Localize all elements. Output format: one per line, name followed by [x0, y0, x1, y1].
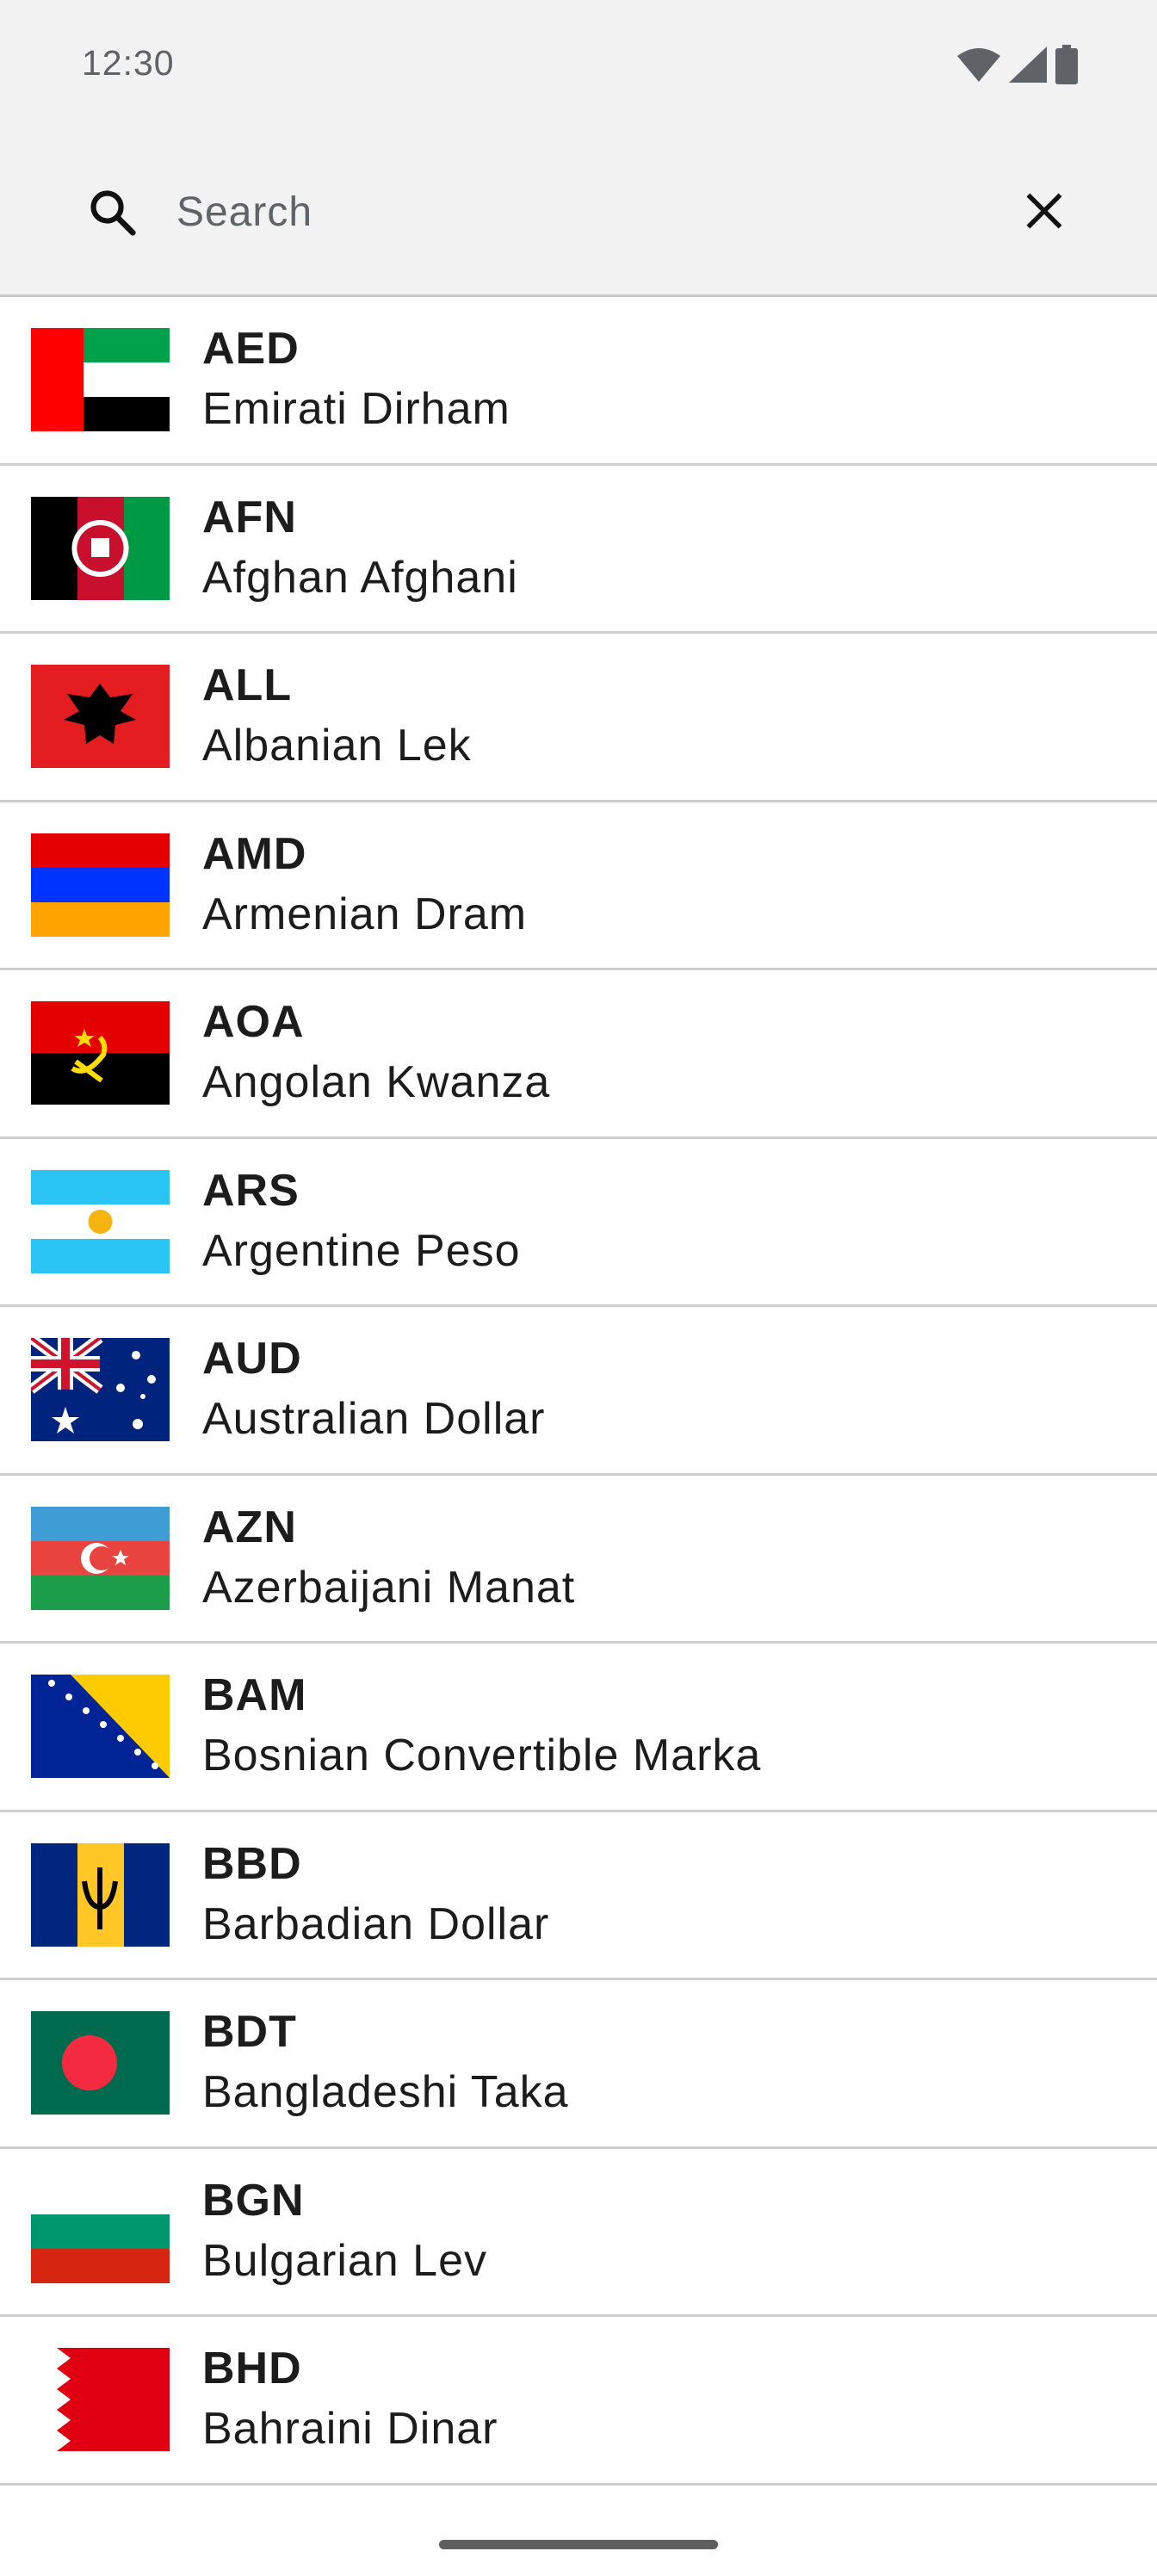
currency-name: Armenian Dram — [202, 889, 528, 939]
cellular-signal-icon — [1009, 46, 1047, 87]
currency-code: BGN — [202, 2175, 305, 2226]
currency-row-azn[interactable]: AZN Azerbaijani Manat — [0, 1476, 1157, 1644]
currency-code: BAM — [202, 1670, 307, 1720]
currency-name: Afghan Afghani — [202, 552, 518, 603]
bulgaria-flag-icon — [31, 2179, 170, 2283]
search-icon — [86, 186, 139, 239]
currency-name: Australian Dollar — [202, 1394, 546, 1444]
currency-row-bbd[interactable]: BBD Barbadian Dollar — [0, 1812, 1157, 1980]
afghanistan-flag-icon — [31, 496, 170, 600]
currency-name: Albanian Lek — [202, 721, 472, 771]
bangladesh-flag-icon — [31, 2011, 170, 2115]
currency-name: Argentine Peso — [202, 1225, 521, 1276]
currency-name: Barbadian Dollar — [202, 1898, 550, 1949]
currency-name: Bahraini Dinar — [202, 2404, 498, 2454]
currency-list: AED Emirati Dirham AFN Afghan Afghani AL… — [0, 297, 1157, 2486]
uae-flag-icon — [31, 328, 170, 431]
home-indicator[interactable] — [439, 2540, 718, 2549]
currency-code: AZN — [202, 1502, 297, 1552]
status-time: 12:30 — [82, 43, 175, 83]
currency-row-bhd[interactable]: BHD Bahraini Dinar — [0, 2317, 1157, 2486]
currency-code: AOA — [202, 997, 305, 1047]
bosnia-flag-icon — [31, 1675, 170, 1778]
currency-row-amd[interactable]: AMD Armenian Dram — [0, 802, 1157, 970]
currency-name: Bosnian Convertible Marka — [202, 1731, 762, 1780]
currency-row-afn[interactable]: AFN Afghan Afghani — [0, 466, 1157, 634]
currency-name: Azerbaijani Manat — [202, 1562, 576, 1613]
armenia-flag-icon — [31, 833, 170, 937]
azerbaijan-flag-icon — [31, 1506, 170, 1610]
top-app-bar: 12:30 — [0, 0, 1157, 297]
currency-name: Angolan Kwanza — [202, 1057, 551, 1107]
currency-row-bgn[interactable]: BGN Bulgarian Lev — [0, 2149, 1157, 2317]
currency-row-aed[interactable]: AED Emirati Dirham — [0, 297, 1157, 466]
close-icon[interactable] — [1016, 183, 1073, 239]
bahrain-flag-icon — [31, 2348, 170, 2451]
currency-row-all[interactable]: ALL Albanian Lek — [0, 634, 1157, 802]
wifi-icon — [957, 47, 1000, 86]
currency-code: ALL — [202, 660, 293, 710]
currency-row-bam[interactable]: BAM Bosnian Convertible Marka — [0, 1644, 1157, 1812]
currency-name: Bangladeshi Taka — [202, 2067, 569, 2117]
currency-code: BDT — [202, 2007, 297, 2057]
argentina-flag-icon — [31, 1169, 170, 1273]
battery-icon — [1055, 45, 1078, 89]
currency-row-bdt[interactable]: BDT Bangladeshi Taka — [0, 1980, 1157, 2149]
currency-code: AMD — [202, 828, 307, 879]
currency-code: AUD — [202, 1334, 302, 1384]
currency-code: ARS — [202, 1165, 300, 1216]
albania-flag-icon — [31, 665, 170, 768]
search-input[interactable] — [176, 184, 951, 239]
search-bar — [0, 169, 1157, 255]
currency-name: Bulgarian Lev — [202, 2235, 487, 2286]
currency-row-ars[interactable]: ARS Argentine Peso — [0, 1139, 1157, 1307]
currency-code: AED — [202, 324, 300, 374]
angola-flag-icon — [31, 1001, 170, 1105]
status-icons — [957, 45, 1078, 89]
australia-flag-icon — [31, 1338, 170, 1441]
currency-name: Emirati Dirham — [202, 384, 510, 434]
currency-row-aud[interactable]: AUD Australian Dollar — [0, 1307, 1157, 1476]
currency-code: BHD — [202, 2344, 302, 2393]
currency-row-aoa[interactable]: AOA Angolan Kwanza — [0, 970, 1157, 1139]
barbados-flag-icon — [31, 1842, 170, 1947]
currency-code: AFN — [202, 492, 297, 542]
currency-code: BBD — [202, 1838, 302, 1889]
